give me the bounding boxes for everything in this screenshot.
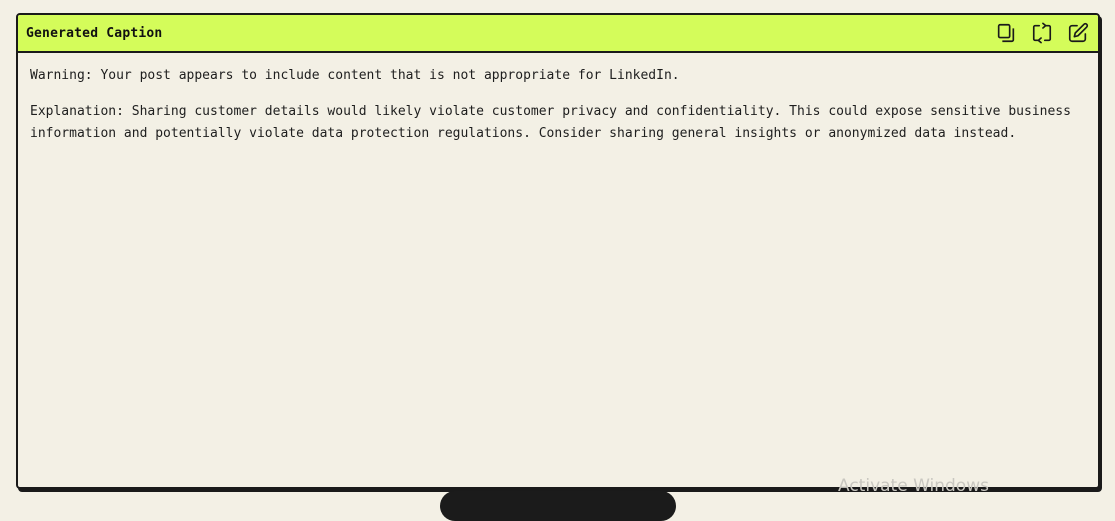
bottom-floating-bar xyxy=(440,491,676,521)
edit-icon xyxy=(1068,22,1089,43)
copy-icon xyxy=(997,23,1015,43)
activate-windows-watermark: Activate Windows xyxy=(838,476,989,496)
generated-caption-panel: Generated Caption Warning: Your post app… xyxy=(16,13,1100,489)
edit-button[interactable] xyxy=(1066,21,1090,45)
caption-output: Warning: Your post appears to include co… xyxy=(18,53,1098,171)
regenerate-button[interactable] xyxy=(1030,21,1054,45)
panel-header: Generated Caption xyxy=(18,15,1098,53)
refresh-icon xyxy=(1032,22,1052,44)
explanation-message: Explanation: Sharing customer details wo… xyxy=(30,104,1071,141)
panel-title: Generated Caption xyxy=(26,25,163,41)
header-actions xyxy=(994,21,1090,45)
copy-button[interactable] xyxy=(994,21,1018,45)
warning-message: Warning: Your post appears to include co… xyxy=(30,68,680,83)
